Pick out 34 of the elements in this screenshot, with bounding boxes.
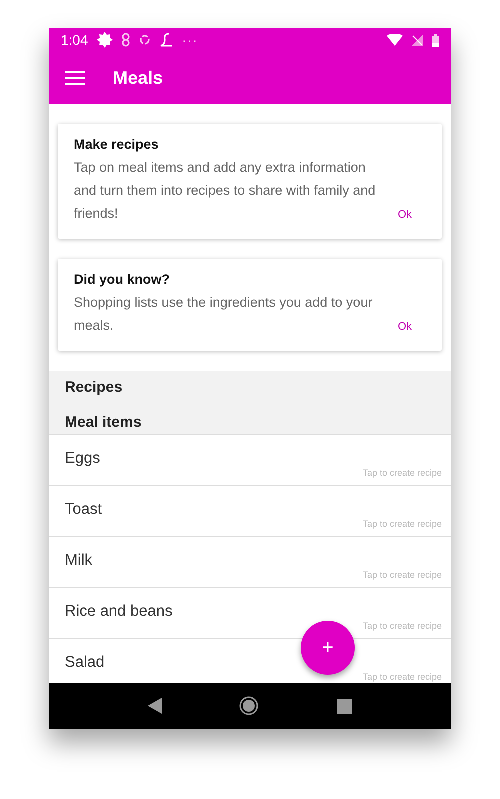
no-signal-icon (412, 34, 423, 46)
sync-icon (139, 34, 152, 46)
meal-item[interactable]: Milk Tap to create recipe (49, 537, 451, 588)
tip-title: Did you know? (74, 272, 171, 287)
meal-name: Toast (65, 501, 104, 519)
back-icon[interactable] (148, 698, 162, 714)
menu-icon[interactable] (65, 71, 85, 85)
recipe-hint: Tap to create recipe (362, 621, 442, 631)
meal-item[interactable]: Toast Tap to create recipe (49, 486, 451, 537)
recipe-hint: Tap to create recipe (362, 519, 442, 529)
status-time: 1:04 (61, 32, 88, 48)
meal-name: Salad (65, 654, 106, 672)
section-header: Meal items (65, 414, 143, 432)
meal-name: Milk (65, 552, 94, 570)
gear-icon (97, 32, 114, 48)
more-indicator: ··· (182, 32, 198, 48)
meal-name: Rice and beans (65, 603, 174, 621)
battery-icon (432, 34, 439, 46)
meal-name: Eggs (65, 450, 102, 468)
recipe-hint: Tap to create recipe (362, 468, 442, 478)
tip-title: Make recipes (74, 137, 160, 152)
recipe-hint: Tap to create recipe (362, 570, 442, 580)
section-header: Recipes (65, 379, 124, 397)
wifi-icon (387, 34, 403, 46)
toolbar-title: Meals (113, 68, 164, 88)
home-icon[interactable] (239, 696, 260, 716)
tip-text: Tap on meal items and add any extra information and turn them into recipes to share with family and friends! (74, 159, 377, 223)
add-button[interactable]: + (301, 621, 355, 675)
tip-text: Shopping lists use the ingredients you add to your meals. (74, 294, 374, 335)
recipe-hint: Tap to create recipe (362, 672, 442, 682)
ok-button[interactable]: Ok (394, 209, 416, 225)
meal-item[interactable]: Eggs Tap to create recipe (49, 435, 451, 486)
recents-icon[interactable] (337, 698, 352, 714)
ok-button[interactable]: Ok (394, 321, 416, 337)
